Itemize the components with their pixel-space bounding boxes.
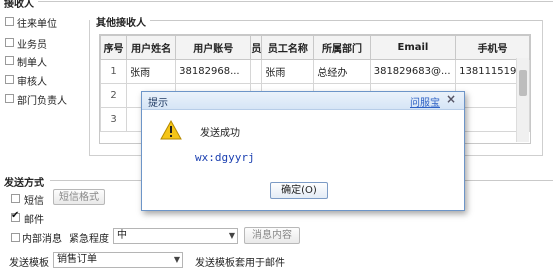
scrollbar-thumb[interactable]	[519, 70, 527, 96]
receiver-section-title: 接收人	[4, 0, 34, 10]
dialog-extra-text: wx:dgyyrj	[195, 151, 255, 164]
column-header-employee-name[interactable]: 员工名称	[261, 35, 315, 60]
table-row[interactable]: 1 张雨 38182968... 张雨 总经办 381829683@... 13…	[100, 59, 530, 84]
receiver-checkbox-3[interactable]	[5, 75, 14, 84]
internal-message-checkbox[interactable]	[11, 233, 20, 242]
receiver-label-3: 审核人	[17, 77, 47, 88]
ok-button[interactable]: 确定(O)	[270, 182, 328, 199]
receiver-label-0: 往来单位	[17, 19, 57, 30]
help-link[interactable]: 问服宝	[410, 94, 440, 109]
dialog-message: 发送成功	[200, 128, 240, 139]
receiver-checkbox-2[interactable]	[5, 56, 14, 65]
column-header-account[interactable]: 用户账号	[175, 35, 252, 60]
urgency-value: 中	[117, 230, 127, 241]
table-vertical-scrollbar[interactable]	[516, 58, 529, 142]
cell-department[interactable]: 总经办	[313, 59, 371, 84]
cell-index: 2	[100, 83, 128, 108]
internal-message-label: 内部消息	[22, 234, 62, 245]
urgency-label: 紧急程度	[69, 234, 109, 245]
send-method-section-title: 发送方式	[4, 178, 44, 189]
template-value: 销售订单	[57, 254, 97, 265]
close-icon[interactable]: ×	[446, 92, 456, 106]
warning-icon	[160, 120, 182, 140]
template-label: 发送模板	[9, 258, 49, 269]
template-note: 发送模板套用于邮件	[195, 258, 285, 269]
chevron-down-icon: ▼	[228, 231, 235, 240]
cell-truncated[interactable]	[250, 59, 263, 84]
message-content-button[interactable]: 消息内容	[244, 227, 300, 244]
receiver-checkbox-4[interactable]	[5, 94, 14, 103]
mail-checkbox[interactable]	[11, 210, 20, 222]
cell-user-name[interactable]: 张雨	[126, 59, 177, 84]
chevron-down-icon: ▼	[173, 255, 180, 264]
cell-index: 3	[100, 107, 128, 132]
column-header-truncated[interactable]: 员	[250, 35, 263, 60]
column-header-index[interactable]: 序号	[100, 35, 128, 60]
column-header-department[interactable]: 所属部门	[313, 35, 371, 60]
column-header-email[interactable]: Email	[369, 35, 457, 60]
receiver-checkbox-0[interactable]	[5, 17, 14, 26]
receiver-label-1: 业务员	[17, 40, 47, 51]
column-header-user-name[interactable]: 用户姓名	[126, 35, 177, 60]
receiver-checkbox-1[interactable]	[5, 38, 14, 47]
receiver-label-4: 部门负责人	[17, 96, 67, 107]
urgency-select[interactable]: 中 ▼	[113, 228, 238, 244]
receiver-divider	[38, 1, 553, 2]
column-header-phone[interactable]: 手机号	[455, 35, 530, 60]
sms-label: 短信	[24, 196, 44, 207]
cell-employee-name[interactable]: 张雨	[261, 59, 315, 84]
mail-label: 邮件	[24, 215, 44, 226]
prompt-dialog: 提示 问服宝 × 发送成功 wx:dgyyrj 确定(O)	[141, 91, 465, 211]
cell-email[interactable]: 381829683@...	[369, 59, 457, 84]
template-select[interactable]: 销售订单 ▼	[53, 252, 183, 268]
table-header-row: 序号 用户姓名 用户账号 员 员工名称 所属部门 Email 手机号	[100, 35, 530, 60]
receiver-label-2: 制单人	[17, 58, 47, 69]
cell-index: 1	[100, 59, 128, 84]
dialog-title-bar[interactable]: 提示 问服宝 ×	[142, 92, 464, 110]
cell-account[interactable]: 38182968...	[175, 59, 252, 84]
sms-format-button[interactable]: 短信格式	[53, 189, 105, 205]
sms-checkbox[interactable]	[11, 194, 20, 203]
dialog-title: 提示	[148, 98, 168, 109]
